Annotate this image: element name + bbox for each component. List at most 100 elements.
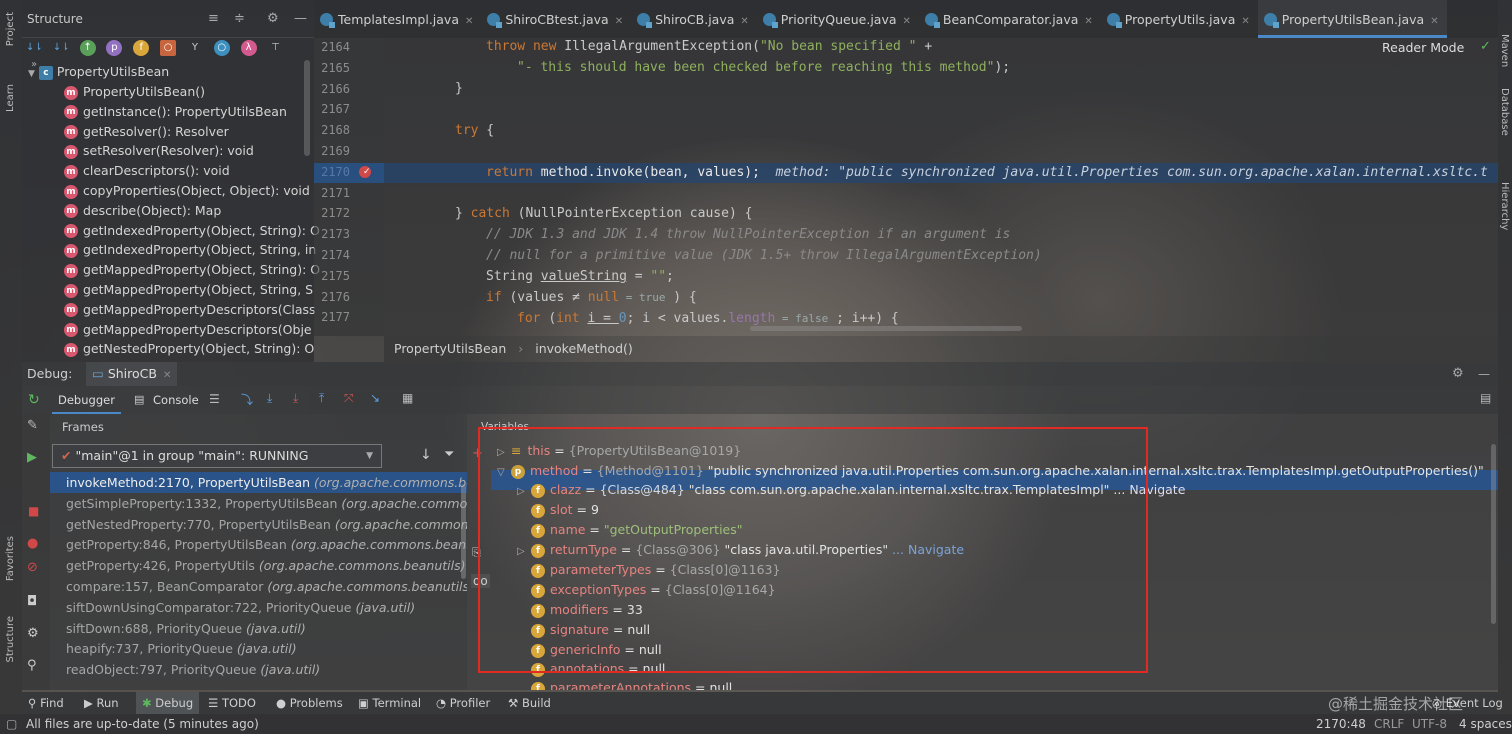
view-breakpoints-icon[interactable]: ● (27, 536, 38, 551)
build-tool[interactable]: ⚒ Build (508, 692, 551, 714)
code-editor[interactable]: throw new IllegalArgumentException("No b… (384, 38, 1498, 336)
step-out-icon[interactable]: ⤒ (319, 391, 324, 406)
stack-frame[interactable]: readObject:797, PriorityQueue (java.util… (50, 659, 467, 680)
favorites-tool-tab[interactable]: Favorites (5, 536, 16, 581)
show-lambdas-icon[interactable]: Y (187, 40, 203, 56)
run-tool[interactable]: ▶ Run (84, 692, 119, 714)
stack-frame[interactable]: getSimpleProperty:1332, PropertyUtilsBea… (50, 493, 467, 514)
autoscroll-icon[interactable]: ⊤ (267, 40, 283, 56)
stack-frame[interactable]: getNestedProperty:770, PropertyUtilsBean… (50, 514, 467, 535)
structure-member[interactable]: m setResolver(Resolver): void (64, 141, 254, 161)
filter-icon[interactable]: ⏷ (444, 447, 454, 462)
evaluate-expression-icon[interactable]: ▦ (402, 391, 413, 405)
stack-frame[interactable]: compare:157, BeanComparator (org.apache.… (50, 576, 467, 597)
project-tool-tab[interactable]: Project (5, 12, 16, 46)
minimize-icon[interactable]: — (294, 11, 307, 26)
var-parameterannotations[interactable]: f parameterAnnotations = null (531, 678, 732, 690)
stack-frame[interactable]: heapify:737, PriorityQueue (java.util) (50, 638, 467, 659)
run-to-cursor-icon[interactable]: ↘ (370, 391, 380, 405)
terminal-tool[interactable]: ▣ Terminal (358, 692, 421, 714)
gear-icon[interactable]: ⚙ (1452, 362, 1464, 386)
structure-member[interactable]: m getMappedPropertyDescriptors(Obje (64, 320, 312, 340)
wrench-icon[interactable]: ✎ (27, 418, 38, 433)
breadcrumb-method[interactable]: invokeMethod() (535, 341, 633, 356)
step-over-icon[interactable]: ⤓ (267, 391, 272, 406)
database-tool-tab[interactable]: Database (1499, 88, 1510, 136)
drop-frame-icon[interactable]: ⤧ (344, 391, 354, 406)
close-icon[interactable]: ✕ (465, 16, 473, 27)
structure-scrollbar[interactable] (304, 60, 310, 156)
find-tool[interactable]: ⚲ Find (28, 692, 64, 714)
editor-tab[interactable]: BeanComparator.java ✕ (919, 0, 1101, 38)
structure-member[interactable]: m getNestedProperty(Object, String): O (64, 339, 314, 359)
close-icon[interactable]: ✕ (740, 16, 748, 27)
show-anonymous-icon[interactable]: ○ (213, 40, 230, 56)
structure-member[interactable]: m getIndexedProperty(Object, String, in (64, 240, 316, 260)
expand-all-icon[interactable]: ≡ (208, 11, 219, 26)
tab-console[interactable]: Console (153, 386, 199, 414)
step-into-icon[interactable]: ⤓ (293, 391, 298, 406)
close-icon[interactable]: ✕ (1241, 16, 1249, 27)
caret-position[interactable]: 2170:48 (1316, 714, 1366, 734)
structure-tool-tab[interactable]: Structure (5, 616, 16, 663)
gear-icon[interactable]: ⚙ (267, 11, 279, 26)
show-properties-icon[interactable]: p (106, 40, 123, 56)
editor-horizontal-scrollbar[interactable] (750, 326, 1022, 331)
problems-tool[interactable]: ● Problems (276, 692, 343, 714)
close-icon[interactable]: ✕ (615, 16, 623, 27)
line-separator[interactable]: CRLF (1374, 714, 1404, 734)
camera-icon[interactable]: ◘ (27, 594, 37, 609)
close-icon[interactable]: ✕ (903, 16, 911, 27)
stack-frame[interactable]: siftDownUsingComparator:722, PriorityQue… (50, 597, 467, 618)
close-icon[interactable]: ✕ (1430, 16, 1438, 27)
show-nonpublic-icon[interactable]: ○ (160, 40, 177, 56)
stack-frame[interactable]: invokeMethod:2170, PropertyUtilsBean (or… (50, 472, 467, 493)
pin-icon[interactable]: ⚲ (27, 658, 37, 673)
debug-tool[interactable]: ✱ Debug (136, 692, 200, 714)
stack-frame[interactable]: getProperty:426, PropertyUtils (org.apac… (50, 555, 467, 576)
settings-icon[interactable]: ⚙ (27, 626, 39, 641)
structure-member[interactable]: m clearDescriptors(): void (64, 161, 230, 181)
close-icon[interactable]: ✕ (1084, 16, 1092, 27)
stop-icon[interactable]: ■ (28, 504, 39, 518)
rerun-icon[interactable]: ↻ (28, 392, 40, 408)
editor-tab[interactable]: ShiroCB.java ✕ (631, 0, 757, 38)
show-inherited-icon[interactable]: ↑ (79, 40, 96, 56)
structure-member[interactable]: m getIndexedProperty(Object, String): O (64, 221, 320, 241)
tab-debugger[interactable]: Debugger (52, 386, 121, 414)
structure-member[interactable]: m getMappedProperty(Object, String): O (64, 260, 320, 280)
sort-visibility-icon[interactable]: ↓⇂ (53, 40, 70, 56)
inspection-ok-icon[interactable]: ✓ (1480, 39, 1491, 54)
editor-tab[interactable]: TemplatesImpl.java ✕ (314, 0, 481, 38)
profiler-tool[interactable]: ◔ Profiler (436, 692, 490, 714)
editor-tab[interactable]: PriorityQueue.java ✕ (757, 0, 919, 38)
editor-tab[interactable]: ShiroCBtest.java ✕ (481, 0, 631, 38)
show-execution-point-icon[interactable]: ⤵ (241, 391, 253, 408)
restore-layout-icon[interactable]: ▤ (1480, 391, 1491, 405)
editor-tab[interactable]: PropertyUtilsBean.java ✕ (1257, 0, 1447, 38)
arrow-down-icon[interactable]: ↓ (420, 447, 432, 463)
breadcrumb-class[interactable]: PropertyUtilsBean (394, 341, 506, 356)
structure-member[interactable]: m getMappedProperty(Object, String, S (64, 280, 313, 300)
status-message[interactable]: All files are up-to-date (5 minutes ago) (26, 714, 259, 734)
debug-session-tab[interactable]: ▭ ShiroCB ✕ (86, 362, 178, 388)
structure-member[interactable]: m describe(Object): Map (64, 201, 221, 221)
indent-setting[interactable]: 4 spaces (1459, 714, 1512, 734)
minimize-icon[interactable]: — (1478, 362, 1490, 386)
layout-icon[interactable]: ☰ (209, 392, 220, 406)
editor-tab[interactable]: PropertyUtils.java ✕ (1101, 0, 1258, 38)
structure-member[interactable]: m getInstance(): PropertyUtilsBean (64, 102, 287, 122)
learn-tool-tab[interactable]: Learn (5, 84, 16, 112)
structure-member[interactable]: m copyProperties(Object, Object): void (64, 181, 310, 201)
close-icon[interactable]: ✕ (163, 370, 171, 381)
sort-alpha-icon[interactable]: ↓⇂ (26, 40, 43, 56)
structure-member[interactable]: m getMappedPropertyDescriptors(Class (64, 300, 316, 320)
status-window-icon[interactable]: ▢ (6, 714, 17, 734)
mute-breakpoints-icon[interactable]: ⊘ (27, 560, 38, 575)
structure-root[interactable]: ▼ c PropertyUtilsBean (28, 62, 169, 82)
reader-mode-toggle[interactable]: Reader Mode (1382, 40, 1464, 55)
stack-frame[interactable]: getProperty:846, PropertyUtilsBean (org.… (50, 534, 467, 555)
resume-icon[interactable]: ▶ (27, 450, 37, 465)
thread-selector[interactable]: ✔ "main"@1 in group "main": RUNNING ▼ (52, 444, 382, 468)
show-fields-icon[interactable]: f (133, 40, 150, 56)
